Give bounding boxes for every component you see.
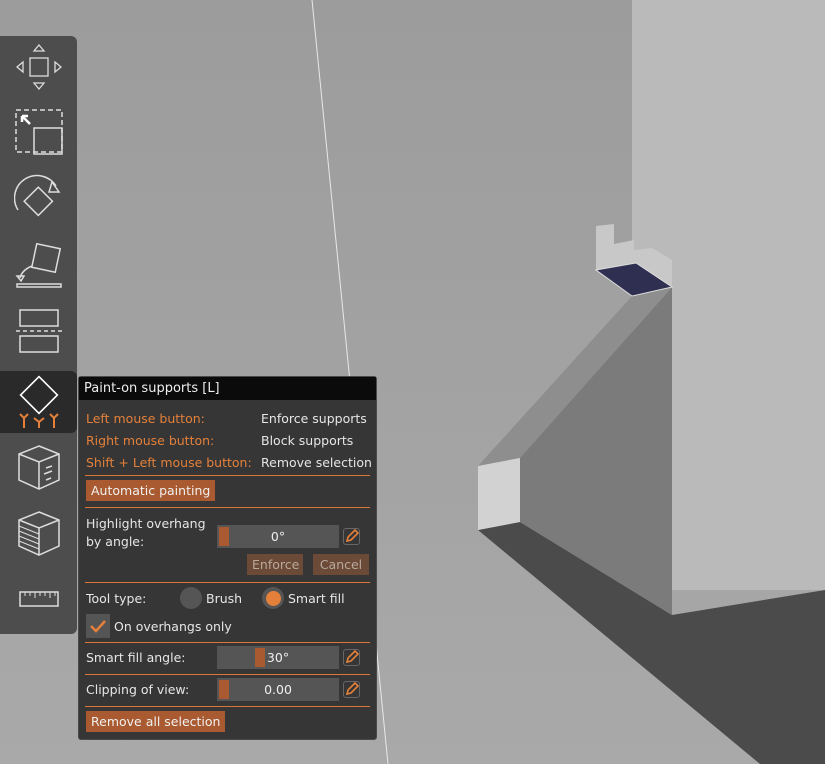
slider-value: 0.00 (264, 682, 292, 697)
divider (85, 674, 370, 675)
scale-icon (14, 109, 63, 155)
brush-radio[interactable] (180, 587, 202, 609)
pencil-icon (345, 528, 360, 543)
checkmark-icon (90, 620, 106, 633)
highlight-overhang-slider[interactable]: 0° (217, 525, 339, 548)
paint-on-supports-icon (18, 375, 59, 428)
enforce-button[interactable]: Enforce (247, 554, 303, 575)
divider (85, 642, 370, 643)
edit-value-button[interactable] (343, 649, 360, 666)
shortcut-key: Left mouse button: (86, 411, 205, 426)
brush-label[interactable]: Brush (206, 591, 242, 606)
shortcut-action: Remove selection (261, 455, 372, 470)
overhangs-only-label: On overhangs only (114, 619, 232, 634)
shortcut-key: Shift + Left mouse button: (86, 455, 252, 470)
pencil-icon (345, 681, 360, 696)
measure-tool[interactable] (0, 568, 77, 630)
cut-icon (15, 309, 62, 353)
rotate-icon (13, 174, 60, 217)
shortcut-action: Block supports (261, 433, 354, 448)
smart-fill-radio[interactable] (262, 587, 284, 609)
object-side-face (478, 458, 520, 530)
smart-fill-label[interactable]: Smart fill (288, 591, 345, 606)
edit-value-button[interactable] (343, 681, 360, 698)
divider (85, 507, 370, 508)
place-on-face-icon (14, 242, 62, 288)
pencil-icon (345, 649, 360, 664)
place-on-face-tool[interactable] (0, 234, 77, 296)
smart-fill-angle-slider[interactable]: 30° (217, 646, 339, 669)
move-tool[interactable] (0, 36, 77, 98)
ruler-icon (18, 591, 59, 607)
automatic-painting-button[interactable]: Automatic painting (86, 480, 216, 501)
smart-fill-angle-label: Smart fill angle: (86, 650, 186, 665)
tool-type-label: Tool type: (86, 591, 147, 606)
variable-layer-height-tool[interactable] (0, 502, 77, 564)
divider (85, 475, 370, 476)
scale-tool[interactable] (0, 102, 77, 164)
slider-knob[interactable] (219, 680, 229, 699)
clipping-slider[interactable]: 0.00 (217, 678, 339, 701)
rotate-tool[interactable] (0, 168, 77, 230)
move-icon (15, 43, 62, 91)
panel-title: Paint-on supports [L] (79, 377, 376, 400)
remove-all-selection-button[interactable]: Remove all selection (86, 711, 226, 732)
clipping-label: Clipping of view: (86, 682, 190, 697)
highlight-label: by angle: (86, 534, 145, 549)
overhangs-only-checkbox[interactable] (86, 614, 110, 638)
layer-height-icon (17, 511, 60, 556)
shortcut-action: Enforce supports (261, 411, 367, 426)
paint-on-supports-panel: Paint-on supports [L] Left mouse button:… (78, 376, 377, 740)
cut-tool[interactable] (0, 300, 77, 362)
shortcut-key: Right mouse button: (86, 433, 215, 448)
slider-knob[interactable] (219, 527, 229, 546)
cancel-button[interactable]: Cancel (313, 554, 369, 575)
divider (85, 582, 370, 583)
slider-value: 0° (270, 529, 286, 544)
gizmo-toolbar (0, 36, 77, 634)
paint-on-supports-tool[interactable] (0, 371, 77, 433)
highlight-label: Highlight overhang (86, 516, 206, 531)
edit-value-button[interactable] (343, 528, 360, 545)
divider (85, 706, 370, 707)
radio-selected-dot (265, 590, 281, 606)
seam-painting-tool[interactable] (0, 436, 77, 498)
slider-value: 30° (266, 650, 290, 665)
seam-painting-icon (17, 445, 60, 490)
slider-knob[interactable] (255, 648, 265, 667)
